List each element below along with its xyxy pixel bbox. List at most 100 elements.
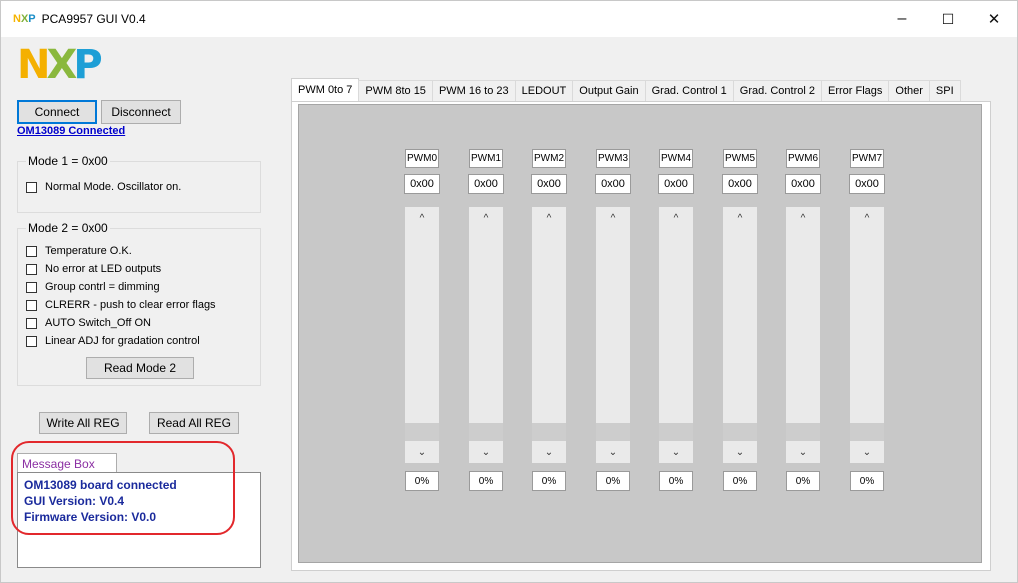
pwm-slider[interactable]: ^ ⌄: [786, 207, 820, 463]
checkbox-label: Group contrl = dimming: [45, 281, 160, 293]
pwm-value-field[interactable]: 0x00: [404, 174, 440, 194]
pwm-percent-field: 0%: [850, 471, 884, 491]
pwm-channel-label: PWM6: [786, 149, 820, 168]
pwm-slider[interactable]: ^ ⌄: [659, 207, 693, 463]
tab-output-gain[interactable]: Output Gain: [572, 80, 646, 102]
pwm-slider[interactable]: ^ ⌄: [723, 207, 757, 463]
slider-thumb[interactable]: [596, 423, 630, 441]
pwm-percent-field: 0%: [469, 471, 503, 491]
chevron-up-icon[interactable]: ^: [659, 209, 693, 227]
window-title: PCA9957 GUI V0.4: [41, 12, 146, 26]
pwm-slider[interactable]: ^ ⌄: [596, 207, 630, 463]
write-all-reg-button[interactable]: Write All REG: [39, 412, 127, 434]
tab-pwm-0-7[interactable]: PWM 0to 7: [291, 78, 360, 102]
chevron-up-icon[interactable]: ^: [786, 209, 820, 227]
chevron-down-icon[interactable]: ⌄: [850, 443, 884, 461]
tab-error-flags[interactable]: Error Flags: [821, 80, 890, 102]
pwm-value-field[interactable]: 0x00: [468, 174, 504, 194]
pwm-slider[interactable]: ^ ⌄: [469, 207, 503, 463]
pwm-channel-label: PWM0: [405, 149, 439, 168]
mode2-option-auto-switch-off[interactable]: AUTO Switch_Off ON: [26, 317, 151, 329]
checkbox[interactable]: [26, 281, 37, 293]
chevron-up-icon[interactable]: ^: [532, 209, 566, 227]
slider-thumb[interactable]: [469, 423, 503, 441]
slider-thumb[interactable]: [405, 423, 439, 441]
pwm-percent-field: 0%: [405, 471, 439, 491]
message-box-tab[interactable]: Message Box: [17, 453, 117, 473]
chevron-down-icon[interactable]: ⌄: [659, 443, 693, 461]
message-line: GUI Version: V0.4: [24, 494, 125, 508]
slider-thumb[interactable]: [659, 423, 693, 441]
pwm-channel-label: PWM3: [596, 149, 630, 168]
tab-ledout[interactable]: LEDOUT: [514, 80, 574, 102]
close-button[interactable]: ✕: [971, 1, 1017, 37]
slider-thumb[interactable]: [786, 423, 820, 441]
mode1-group: Mode 1 = 0x00 Normal Mode. Oscillator on…: [17, 154, 261, 213]
pwm-value-field[interactable]: 0x00: [531, 174, 567, 194]
pwm-percent-field: 0%: [659, 471, 693, 491]
read-mode2-button[interactable]: Read Mode 2: [86, 357, 194, 379]
connection-status-link[interactable]: OM13089 Connected: [17, 125, 125, 137]
tab-spi[interactable]: SPI: [928, 80, 961, 102]
mode2-title: Mode 2 = 0x00: [26, 221, 110, 235]
mode1-option-normal-mode[interactable]: Normal Mode. Oscillator on.: [26, 181, 181, 193]
chevron-down-icon[interactable]: ⌄: [786, 443, 820, 461]
minimize-button[interactable]: –: [879, 1, 925, 37]
chevron-up-icon[interactable]: ^: [596, 209, 630, 227]
pwm-value-field[interactable]: 0x00: [595, 174, 631, 194]
mode2-option-led-error[interactable]: No error at LED outputs: [26, 263, 161, 275]
checkbox[interactable]: [26, 263, 37, 275]
tab-grad-control-2[interactable]: Grad. Control 2: [732, 80, 822, 102]
message-line: OM13089 board connected: [24, 478, 177, 492]
pwm-value-field[interactable]: 0x00: [722, 174, 758, 194]
checkbox[interactable]: [26, 245, 37, 257]
chevron-down-icon[interactable]: ⌄: [596, 443, 630, 461]
checkbox[interactable]: [26, 317, 37, 329]
mode2-group: Mode 2 = 0x00 Temperature O.K. No error …: [17, 221, 261, 386]
tab-grad-control-1[interactable]: Grad. Control 1: [644, 80, 734, 102]
connect-button[interactable]: Connect: [17, 100, 97, 124]
slider-thumb[interactable]: [723, 423, 757, 441]
checkbox-label: AUTO Switch_Off ON: [45, 317, 151, 329]
pwm-slider[interactable]: ^ ⌄: [405, 207, 439, 463]
chevron-down-icon[interactable]: ⌄: [405, 443, 439, 461]
mode2-option-linear-adj[interactable]: Linear ADJ for gradation control: [26, 335, 200, 347]
pwm-value-field[interactable]: 0x00: [658, 174, 694, 194]
mode2-option-clrerr[interactable]: CLRERR - push to clear error flags: [26, 299, 216, 311]
message-line: Firmware Version: V0.0: [24, 510, 157, 524]
slider-thumb[interactable]: [850, 423, 884, 441]
title-bar: NXP PCA9957 GUI V0.4 – ☐ ✕: [1, 1, 1017, 37]
chevron-down-icon[interactable]: ⌄: [723, 443, 757, 461]
read-all-reg-button[interactable]: Read All REG: [149, 412, 239, 434]
checkbox[interactable]: [26, 335, 37, 347]
chevron-up-icon[interactable]: ^: [850, 209, 884, 227]
chevron-down-icon[interactable]: ⌄: [532, 443, 566, 461]
chevron-up-icon[interactable]: ^: [469, 209, 503, 227]
maximize-button[interactable]: ☐: [925, 1, 971, 37]
checkbox-label: CLRERR - push to clear error flags: [45, 299, 216, 311]
window-controls: – ☐ ✕: [879, 1, 1017, 37]
pwm-slider[interactable]: ^ ⌄: [532, 207, 566, 463]
mode2-option-temperature[interactable]: Temperature O.K.: [26, 245, 132, 257]
pwm-value-field[interactable]: 0x00: [849, 174, 885, 194]
disconnect-button[interactable]: Disconnect: [101, 100, 181, 124]
tab-pwm-8-15[interactable]: PWM 8to 15: [358, 80, 433, 102]
mode2-option-group-control[interactable]: Group contrl = dimming: [26, 281, 160, 293]
pwm-value-field[interactable]: 0x00: [785, 174, 821, 194]
nxp-logo: NXP: [17, 42, 103, 88]
checkbox-label: Linear ADJ for gradation control: [45, 335, 200, 347]
chevron-up-icon[interactable]: ^: [405, 209, 439, 227]
pwm-slider[interactable]: ^ ⌄: [850, 207, 884, 463]
chevron-down-icon[interactable]: ⌄: [469, 443, 503, 461]
chevron-up-icon[interactable]: ^: [723, 209, 757, 227]
message-box: OM13089 board connected GUI Version: V0.…: [17, 472, 261, 568]
nxp-app-icon: NXP: [13, 13, 36, 25]
tab-pwm-16-23[interactable]: PWM 16 to 23: [431, 80, 516, 102]
slider-thumb[interactable]: [532, 423, 566, 441]
pwm-channel-label: PWM7: [850, 149, 884, 168]
checkbox[interactable]: [26, 299, 37, 311]
register-tabs: PWM 0to 7 PWM 8to 15 PWM 16 to 23 LEDOUT…: [291, 78, 961, 102]
tab-other[interactable]: Other: [888, 80, 930, 102]
checkbox[interactable]: [26, 181, 37, 193]
pwm-channel-area: PWM0 0x00 ^ ⌄ 0% PWM1 0x00 ^ ⌄ 0% PWM2 0x00 ^ ⌄ 0% PWM3…: [298, 104, 982, 563]
